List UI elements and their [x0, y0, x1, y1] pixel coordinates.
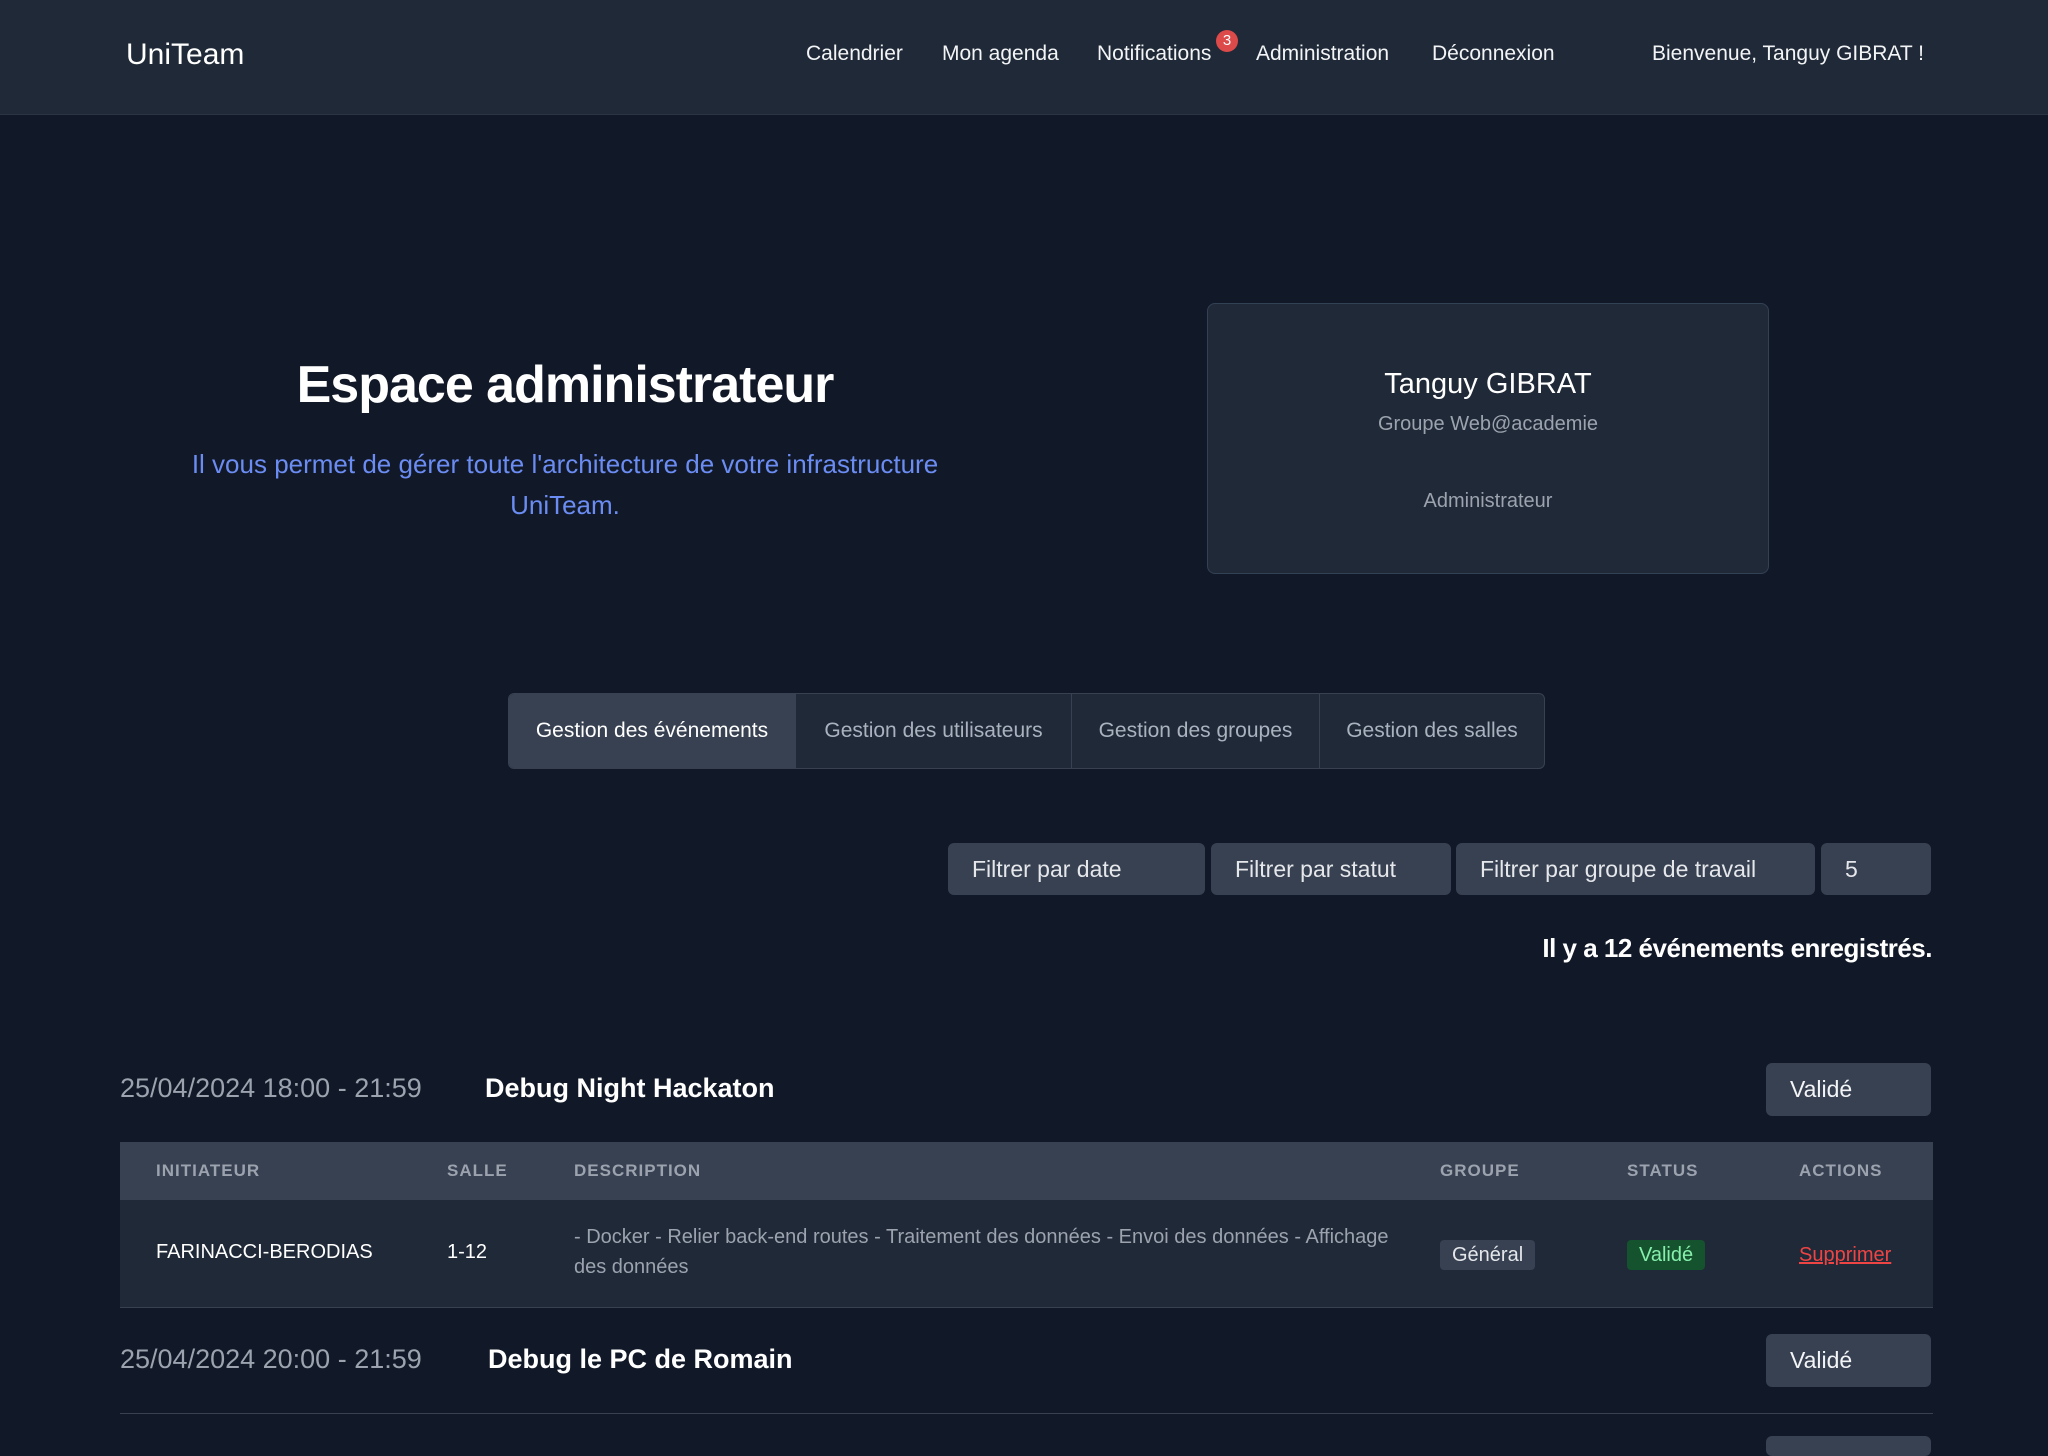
nav-links: Calendrier Mon agenda Notifications 3 Ad… — [0, 0, 2048, 114]
column-header-actions: ACTIONS — [1799, 1161, 1883, 1180]
delete-event-link[interactable]: Supprimer — [1799, 1240, 1891, 1270]
column-header-salle: SALLE — [447, 1161, 508, 1180]
event-details-table: INITIATEUR SALLE DESCRIPTION GROUPE STAT… — [120, 1142, 1933, 1308]
notification-count-badge: 3 — [1216, 30, 1238, 52]
page-subtitle-line-2: UniTeam. — [510, 490, 620, 520]
nav-link-deconnexion[interactable]: Déconnexion — [1432, 42, 1555, 66]
events-count-text: Il y a 12 événements enregistrés. — [1542, 933, 1932, 963]
nav-link-administration[interactable]: Administration — [1256, 42, 1389, 66]
nav-link-mon-agenda[interactable]: Mon agenda — [942, 42, 1059, 66]
admin-tabs: Gestion des événements Gestion des utili… — [508, 693, 1545, 769]
cell-initiator: FARINACCI-BERODIAS — [156, 1241, 373, 1263]
filter-by-group-select[interactable]: Filtrer par groupe de travail — [1456, 843, 1815, 895]
tab-gestion-evenements[interactable]: Gestion des événements — [509, 694, 796, 768]
nav-link-notifications[interactable]: Notifications — [1097, 42, 1211, 66]
event-divider — [120, 1413, 1933, 1414]
profile-role: Administrateur — [1423, 490, 1553, 512]
filter-by-status-select[interactable]: Filtrer par statut — [1211, 843, 1451, 895]
event-status-select[interactable]: Validé — [1766, 1063, 1931, 1116]
event-status-select[interactable]: Validé — [1766, 1334, 1931, 1387]
status-badge: Validé — [1627, 1240, 1706, 1270]
table-row: FARINACCI-BERODIAS 1-12 - Docker - Relie… — [120, 1200, 1933, 1308]
tab-gestion-utilisateurs[interactable]: Gestion des utilisateurs — [796, 694, 1072, 768]
tab-gestion-salles[interactable]: Gestion des salles — [1320, 694, 1544, 768]
profile-group: Groupe Web@academie — [1377, 413, 1599, 435]
event-datetime: 25/04/2024 18:00 - 21:59 — [120, 1073, 422, 1103]
nav-link-calendrier[interactable]: Calendrier — [806, 42, 903, 66]
profile-name: Tanguy GIBRAT — [1384, 368, 1592, 400]
event-title: Debug Night Hackaton — [485, 1073, 775, 1103]
event-datetime: 25/04/2024 20:00 - 21:59 — [120, 1344, 422, 1374]
column-header-initiateur: INITIATEUR — [156, 1161, 261, 1180]
event-title: Debug le PC de Romain — [488, 1344, 793, 1374]
cell-room: 1-12 — [447, 1241, 488, 1263]
filter-by-date-select[interactable]: Filtrer par date — [948, 843, 1205, 895]
page-subtitle: Il vous permet de gérer toute l'architec… — [140, 444, 990, 526]
page-size-select[interactable]: 5 — [1821, 843, 1931, 895]
table-header: INITIATEUR SALLE DESCRIPTION GROUPE STAT… — [120, 1142, 1933, 1200]
top-navbar: UniTeam Calendrier Mon agenda Notificati… — [0, 0, 2048, 115]
welcome-message: Bienvenue, Tanguy GIBRAT ! — [1652, 42, 1924, 65]
page-title: Espace administrateur — [296, 356, 835, 414]
column-header-groupe: GROUPE — [1440, 1161, 1520, 1180]
cell-description: - Docker - Relier back-end routes - Trai… — [574, 1226, 1389, 1278]
column-header-description: DESCRIPTION — [574, 1161, 702, 1180]
tab-gestion-groupes[interactable]: Gestion des groupes — [1072, 694, 1320, 768]
page-subtitle-line-1: Il vous permet de gérer toute l'architec… — [191, 449, 939, 479]
column-header-status: STATUS — [1627, 1161, 1699, 1180]
profile-card: Tanguy GIBRAT Groupe Web@academie Admini… — [1207, 303, 1769, 574]
event-status-select-partial[interactable] — [1766, 1436, 1931, 1456]
group-badge: Général — [1440, 1240, 1536, 1270]
